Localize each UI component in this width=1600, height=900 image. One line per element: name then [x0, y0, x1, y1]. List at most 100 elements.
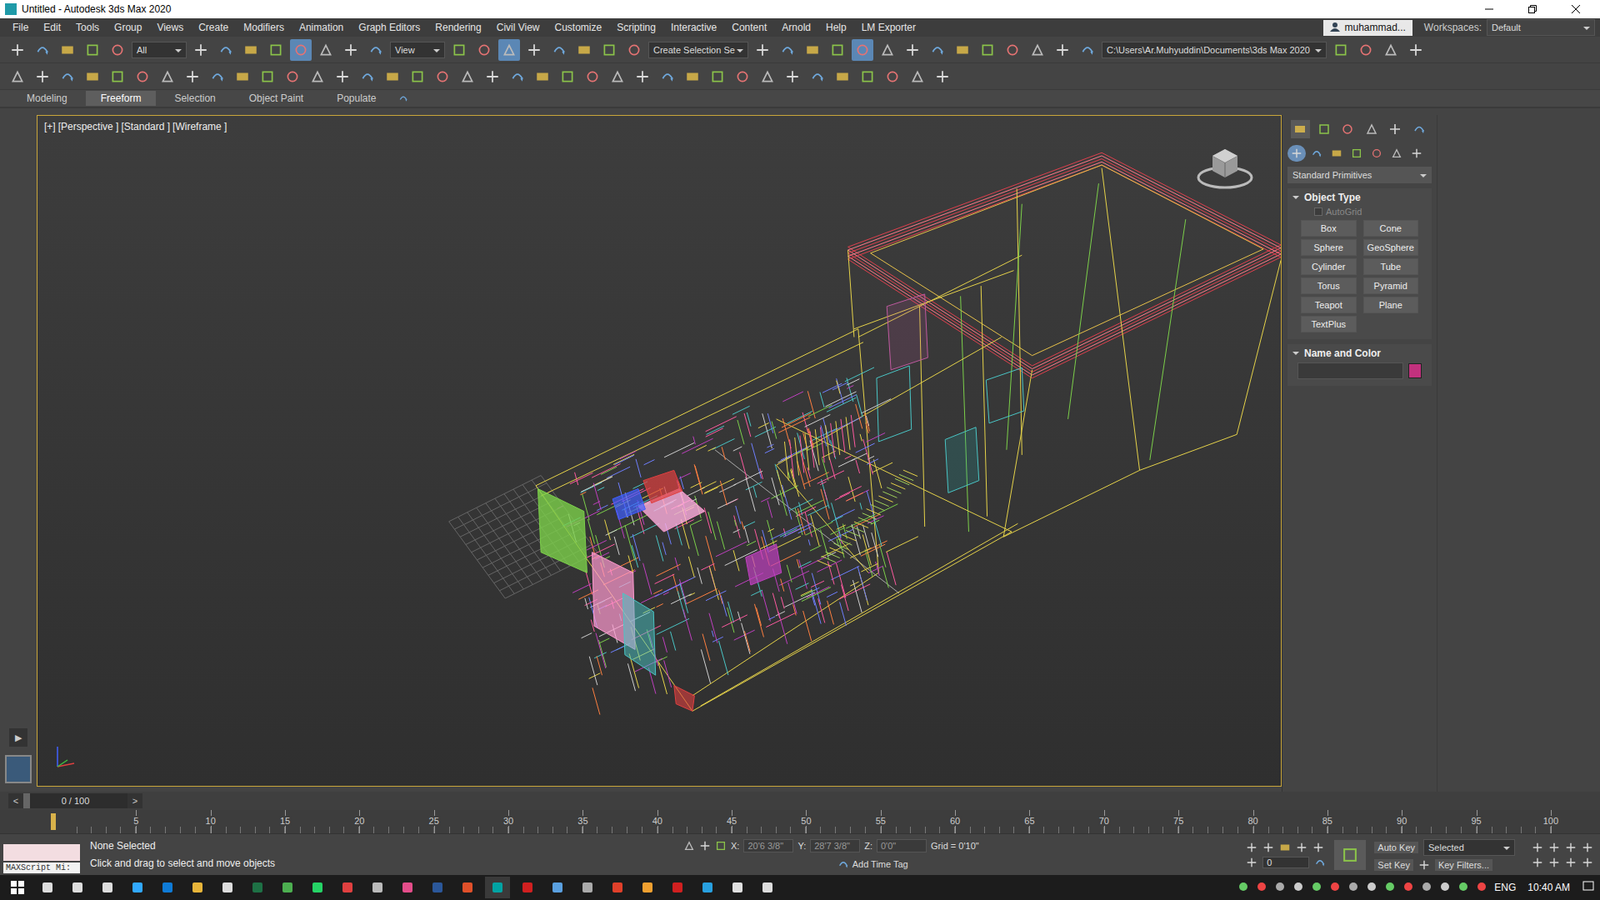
- tray-icon[interactable]: [1365, 880, 1380, 895]
- panel-tab[interactable]: [1315, 120, 1335, 139]
- tray-icon[interactable]: [1439, 880, 1453, 895]
- primitive-button[interactable]: TextPlus: [1300, 315, 1357, 333]
- notifications-icon[interactable]: [1581, 880, 1595, 896]
- set-key-button[interactable]: Set Key: [1374, 859, 1414, 871]
- menu-item[interactable]: Views: [149, 20, 191, 35]
- toolbar-button[interactable]: [231, 65, 254, 88]
- set-key-big-button[interactable]: [1334, 840, 1366, 870]
- category-button[interactable]: [1367, 145, 1386, 162]
- toolbar-button[interactable]: [306, 65, 329, 88]
- menu-item[interactable]: Civil View: [489, 20, 548, 35]
- toolbar-button[interactable]: [256, 65, 279, 88]
- category-dropdown[interactable]: Standard Primitives: [1287, 166, 1432, 184]
- viewport-label[interactable]: [+]: [44, 120, 56, 133]
- toolbar-button[interactable]: [831, 65, 854, 88]
- rollout-header[interactable]: Object Type: [1292, 191, 1427, 204]
- menu-item[interactable]: Group: [106, 20, 150, 35]
- ribbon-tab[interactable]: Freeform: [85, 90, 157, 106]
- toolbar-button[interactable]: [56, 65, 79, 88]
- toolbar-button[interactable]: [681, 65, 704, 88]
- toolbar-button[interactable]: [81, 65, 104, 88]
- taskbar-app[interactable]: [605, 876, 630, 899]
- key-filter-dropdown[interactable]: Selected: [1423, 839, 1515, 856]
- taskbar-app[interactable]: [245, 876, 270, 899]
- taskbar-app[interactable]: [575, 876, 600, 899]
- toolbar-button[interactable]: [315, 39, 337, 61]
- tray-icon[interactable]: [1384, 880, 1398, 895]
- menu-item[interactable]: Modifiers: [235, 20, 292, 35]
- toolbar-button[interactable]: [623, 39, 645, 61]
- tray-icon[interactable]: [1329, 880, 1343, 895]
- toolbar-button[interactable]: [473, 39, 495, 61]
- menu-item[interactable]: Animation: [291, 20, 351, 35]
- primitive-button[interactable]: Pyramid: [1363, 277, 1420, 295]
- taskbar-app[interactable]: [155, 876, 180, 899]
- tray-icon[interactable]: [1292, 880, 1306, 895]
- toolbar-button[interactable]: [381, 65, 404, 88]
- prev-frame-button[interactable]: <: [8, 793, 24, 809]
- taskbar-app[interactable]: [485, 876, 510, 899]
- menu-item[interactable]: Scripting: [609, 20, 664, 35]
- panel-tab[interactable]: [1290, 120, 1310, 139]
- toolbar-button[interactable]: [6, 39, 29, 61]
- autogrid[interactable]: AutoGrid: [1292, 206, 1427, 217]
- taskbar-app[interactable]: [125, 876, 150, 899]
- wireframe-model[interactable]: [37, 115, 1281, 786]
- ribbon-tab[interactable]: Populate: [321, 90, 391, 106]
- toolbar-button[interactable]: [756, 65, 779, 88]
- auto-key-button[interactable]: Auto Key: [1374, 841, 1419, 854]
- category-button[interactable]: [1407, 145, 1426, 162]
- color-swatch[interactable]: [1408, 363, 1422, 379]
- toolbar-button[interactable]: [856, 65, 879, 88]
- toolbar-button[interactable]: [31, 39, 54, 61]
- track-bar[interactable]: 5101520253035404550556065707580859095100: [0, 810, 1600, 834]
- toolbar-button[interactable]: [826, 39, 849, 61]
- toolbar-button[interactable]: [731, 65, 754, 88]
- toolbar-button[interactable]: [181, 65, 204, 88]
- toolbar-button[interactable]: [548, 39, 570, 61]
- taskbar-app[interactable]: [635, 876, 660, 899]
- close-button[interactable]: [1556, 0, 1595, 19]
- taskbar-app[interactable]: [665, 876, 690, 899]
- toolbar-button[interactable]: [573, 39, 595, 61]
- input-language[interactable]: ENG: [1494, 881, 1516, 894]
- toolbar-button[interactable]: [801, 39, 824, 61]
- category-button[interactable]: [1287, 145, 1306, 162]
- rollout-header[interactable]: Name and Color: [1292, 347, 1427, 360]
- tray-icon[interactable]: [1274, 880, 1288, 895]
- toolbar-button[interactable]: [931, 65, 954, 88]
- z-field[interactable]: 0'0": [876, 839, 927, 853]
- tray-icon[interactable]: [1402, 880, 1416, 895]
- toolbar-button[interactable]: [448, 39, 470, 61]
- menu-item[interactable]: Content: [724, 20, 775, 35]
- autogrid-checkbox[interactable]: [1314, 207, 1323, 216]
- toolbar-button[interactable]: [1405, 39, 1427, 61]
- tray-icon[interactable]: [1347, 880, 1361, 895]
- primitive-button[interactable]: Box: [1300, 220, 1357, 237]
- taskbar-app[interactable]: [65, 876, 90, 899]
- taskbar-app[interactable]: [275, 876, 300, 899]
- toolbar-button[interactable]: [556, 65, 579, 88]
- panel-tab[interactable]: [1385, 120, 1405, 139]
- primitive-button[interactable]: Sphere: [1300, 239, 1357, 256]
- toolbar-button[interactable]: [340, 39, 362, 61]
- tray-icon[interactable]: [1255, 880, 1270, 895]
- viewcube-icon[interactable]: [1195, 140, 1255, 195]
- toolbar-button[interactable]: [6, 65, 29, 88]
- toolbar-button[interactable]: [806, 65, 829, 88]
- taskbar-app[interactable]: [455, 876, 480, 899]
- tray-icon[interactable]: [1237, 880, 1251, 895]
- expand-button[interactable]: ▶: [9, 728, 28, 747]
- toolbar-button[interactable]: [751, 39, 774, 61]
- menu-item[interactable]: Graph Editors: [350, 20, 428, 35]
- viewport[interactable]: [+][Perspective ][Standard ][Wireframe ]: [36, 115, 1282, 787]
- toolbar-dropdown[interactable]: View: [390, 41, 445, 59]
- ribbon-toggle[interactable]: [395, 91, 412, 105]
- toolbar-button[interactable]: [851, 39, 874, 61]
- taskbar-app[interactable]: [335, 876, 360, 899]
- viewport-label[interactable]: [Wireframe ]: [172, 120, 227, 133]
- toolbar-button[interactable]: [906, 65, 929, 88]
- category-button[interactable]: [1327, 145, 1346, 162]
- menu-item[interactable]: Help: [818, 20, 855, 35]
- toolbar-button[interactable]: [106, 65, 129, 88]
